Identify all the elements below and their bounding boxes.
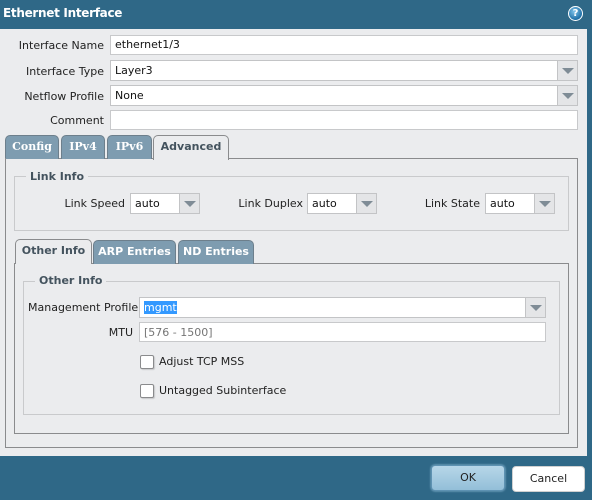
dialog-titlebar: Ethernet Interface ? <box>0 0 592 29</box>
ok-button[interactable]: OK <box>431 465 505 491</box>
netflow-profile-select[interactable]: None <box>110 85 578 106</box>
netflow-profile-value: None <box>115 89 144 102</box>
interface-type-value: Layer3 <box>115 64 153 77</box>
interface-name-input[interactable]: ethernet1/3 <box>110 35 578 55</box>
selected-text: mgmt <box>144 301 177 314</box>
help-icon[interactable]: ? <box>568 6 583 21</box>
chevron-down-icon[interactable] <box>557 86 577 105</box>
dialog-title: Ethernet Interface <box>3 6 123 20</box>
comment-label: Comment <box>50 114 104 127</box>
chevron-down-icon[interactable] <box>525 298 545 317</box>
management-profile-label: Management Profile <box>28 301 139 314</box>
chevron-down-icon[interactable] <box>534 194 554 213</box>
adjust-tcp-mss-checkbox[interactable] <box>140 355 154 369</box>
subtab-nd-entries[interactable]: ND Entries <box>178 240 254 264</box>
link-speed-value: auto <box>135 197 160 210</box>
interface-type-select[interactable]: Layer3 <box>110 60 578 81</box>
chevron-down-icon[interactable] <box>179 194 199 213</box>
link-duplex-select[interactable]: auto <box>307 193 377 214</box>
tab-ipv6[interactable]: IPv6 <box>107 135 152 159</box>
interface-type-label: Interface Type <box>25 65 104 78</box>
management-profile-select[interactable]: mgmt <box>139 297 546 318</box>
untagged-subinterface-label: Untagged Subinterface <box>159 384 287 397</box>
cancel-button[interactable]: Cancel <box>512 466 585 492</box>
mtu-label: MTU <box>108 326 133 339</box>
link-state-select[interactable]: auto <box>485 193 555 214</box>
link-info-legend: Link Info <box>26 170 89 183</box>
link-speed-label: Link Speed <box>64 197 125 210</box>
tab-ipv4[interactable]: IPv4 <box>61 135 105 159</box>
tab-advanced[interactable]: Advanced <box>153 135 229 160</box>
link-state-value: auto <box>490 197 515 210</box>
link-duplex-value: auto <box>312 197 337 210</box>
subtab-other-info[interactable]: Other Info <box>15 239 92 264</box>
link-state-label: Link State <box>424 197 480 210</box>
link-duplex-label: Link Duplex <box>238 197 303 210</box>
management-profile-value: mgmt <box>140 298 525 317</box>
other-info-legend: Other Info <box>35 274 107 287</box>
untagged-subinterface-checkbox[interactable] <box>140 384 154 398</box>
tab-config[interactable]: Config <box>5 135 59 159</box>
link-speed-select[interactable]: auto <box>130 193 200 214</box>
subtab-arp-entries[interactable]: ARP Entries <box>93 240 176 264</box>
netflow-profile-label: Netflow Profile <box>24 90 104 103</box>
chevron-down-icon[interactable] <box>356 194 376 213</box>
comment-input[interactable] <box>110 110 578 130</box>
adjust-tcp-mss-label: Adjust TCP MSS <box>159 355 245 368</box>
chevron-down-icon[interactable] <box>557 61 577 80</box>
interface-name-label: Interface Name <box>18 39 104 52</box>
mtu-input[interactable] <box>139 322 546 342</box>
